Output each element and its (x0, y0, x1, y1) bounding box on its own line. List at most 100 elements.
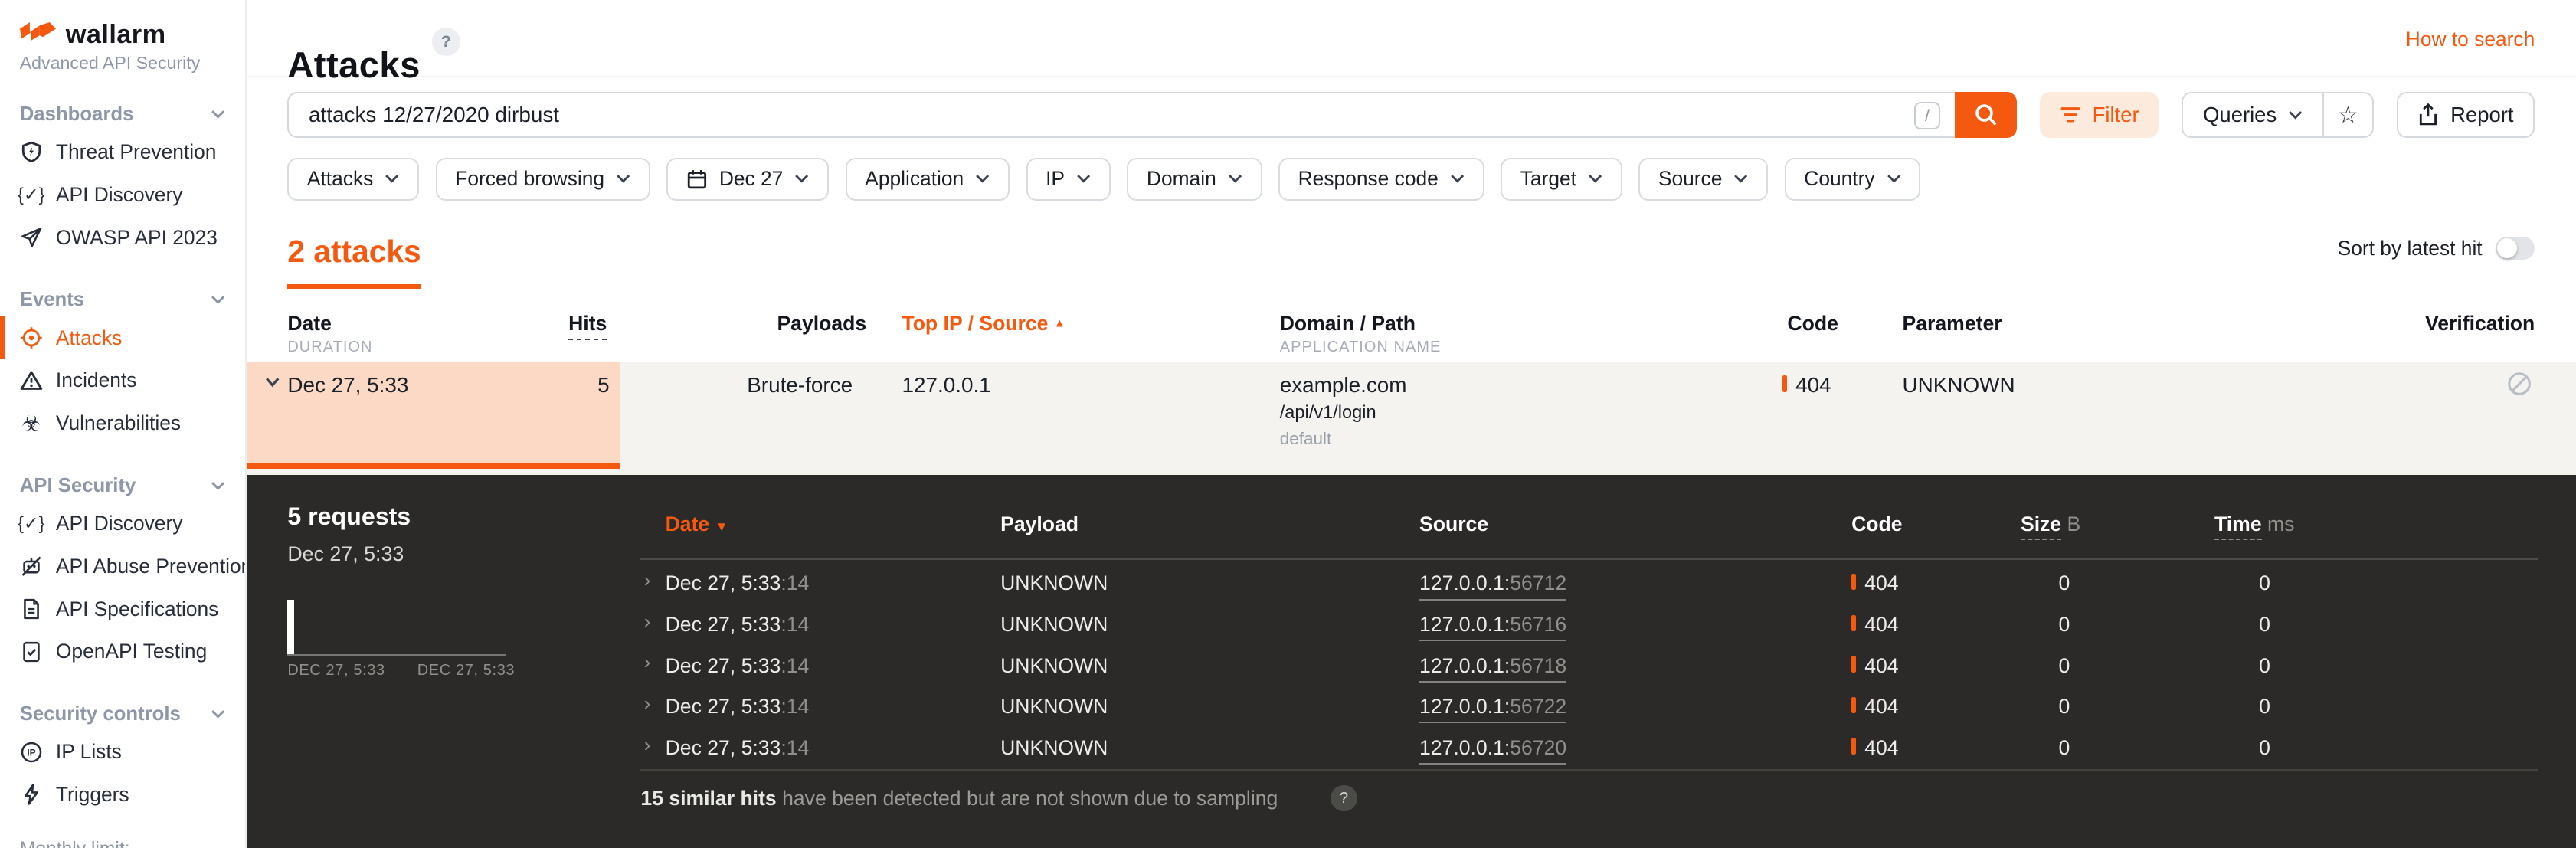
chevron-right-icon[interactable]: › (644, 735, 651, 757)
search-button[interactable] (1955, 92, 2017, 139)
not-verified-icon (2508, 372, 2531, 395)
col-top-ip-source[interactable]: Top IP / Source ▲ (902, 312, 1065, 336)
chip-ip[interactable]: IP (1026, 157, 1111, 201)
request-source-link[interactable]: 127.0.0.1:56716 (1419, 613, 1567, 642)
col-hits[interactable]: Hits (568, 312, 607, 340)
wallarm-logo[interactable]: wallarm (0, 0, 245, 50)
sidebar-item-vulnerabilities[interactable]: ☣ Vulnerabilities (0, 402, 245, 445)
chip-target[interactable]: Target (1501, 157, 1622, 201)
filter-button[interactable]: Filter (2040, 92, 2159, 139)
section-header-security-controls[interactable]: Security controls (0, 698, 245, 731)
queries-dropdown[interactable]: Queries (2183, 93, 2322, 136)
chevron-down-icon (211, 296, 224, 305)
sort-asc-icon: ▲ (1053, 317, 1065, 331)
help-icon[interactable]: ? (432, 28, 460, 56)
sidebar-item-api-specifications[interactable]: API Specifications (0, 588, 245, 630)
chip-date[interactable]: Dec 27 (666, 157, 830, 201)
chip-domain[interactable]: Domain (1127, 157, 1262, 201)
chevron-down-icon (211, 110, 224, 119)
request-time: 0 (2259, 735, 2270, 759)
chevron-down-icon (2289, 110, 2303, 120)
favorite-star-button[interactable]: ☆ (2322, 93, 2371, 137)
col-code: Code (1787, 312, 1838, 336)
req-col-time[interactable]: Time ms (2214, 512, 2294, 541)
sidebar-section-security-controls: Security controls IP IP Lists Triggers (0, 698, 245, 816)
warning-icon (20, 369, 43, 392)
queries-group: Queries ☆ (2182, 92, 2374, 139)
request-row[interactable]: › Dec 27, 5:33:14 UNKNOWN 127.0.0.1:5672… (247, 693, 2576, 736)
sidebar-section-events: Events Attacks Incidents ☣ Vulnerabiliti… (0, 283, 245, 444)
sampling-note: 15 similar hits have been detected but a… (640, 787, 1278, 810)
logo-text: wallarm (65, 19, 166, 49)
logo-subtitle: Advanced API Security (19, 53, 201, 74)
request-source-link[interactable]: 127.0.0.1:56722 (1419, 695, 1567, 724)
request-source-link[interactable]: 127.0.0.1:56718 (1419, 654, 1567, 683)
sidebar-item-triggers[interactable]: Triggers (0, 773, 245, 816)
chevron-down-icon (976, 175, 990, 183)
chevron-right-icon[interactable]: › (644, 611, 651, 634)
request-code: 404 (1851, 654, 1899, 678)
section-header-dashboards[interactable]: Dashboards (0, 98, 245, 131)
chip-attacks[interactable]: Attacks (287, 157, 420, 201)
code-severity-bar (1782, 375, 1788, 392)
how-to-search-link[interactable]: How to search (2406, 28, 2535, 51)
chip-source[interactable]: Source (1638, 157, 1769, 201)
sidebar-item-incidents[interactable]: Incidents (0, 359, 245, 402)
sidebar-item-openapi-testing[interactable]: OpenAPI Testing (0, 630, 245, 673)
monthly-limit: Monthly limit: 3.93K of (0, 839, 245, 848)
chevron-expanded-icon[interactable] (264, 376, 280, 389)
attack-app-name: default (1279, 428, 1332, 448)
request-size: 0 (2058, 612, 2070, 636)
calendar-icon (687, 169, 707, 189)
sidebar-item-threat-prevention[interactable]: Threat Prevention (0, 131, 245, 174)
slash-shortcut-badge: / (1913, 101, 1941, 130)
chevron-right-icon[interactable]: › (644, 570, 651, 592)
request-size: 0 (2058, 695, 2070, 719)
request-code: 404 (1851, 571, 1899, 595)
request-source-link[interactable]: 127.0.0.1:56720 (1419, 736, 1567, 765)
request-row[interactable]: › Dec 27, 5:33:14 UNKNOWN 127.0.0.1:5671… (247, 570, 2576, 613)
sort-toggle[interactable] (2495, 237, 2535, 260)
header-divider (640, 558, 2538, 561)
chip-application[interactable]: Application (845, 157, 1010, 201)
svg-text:IP: IP (27, 747, 35, 758)
chevron-right-icon[interactable]: › (644, 652, 651, 674)
section-header-events[interactable]: Events (0, 283, 245, 316)
chip-country[interactable]: Country (1784, 157, 1921, 201)
sidebar-item-api-discovery[interactable]: {✓} API Discovery (0, 174, 245, 217)
attack-parameter: UNKNOWN (1902, 372, 2015, 397)
request-row[interactable]: › Dec 27, 5:33:14 UNKNOWN 127.0.0.1:5671… (247, 652, 2576, 696)
chevron-right-icon[interactable]: › (644, 693, 651, 715)
request-row[interactable]: › Dec 27, 5:33:14 UNKNOWN 127.0.0.1:5671… (247, 611, 2576, 654)
chevron-down-icon (795, 175, 809, 183)
col-verification: Verification (2424, 312, 2535, 336)
report-button[interactable]: Report (2396, 92, 2535, 139)
section-header-api-security[interactable]: API Security (0, 470, 245, 503)
attack-row[interactable]: Dec 27, 5:33 5 Brute-force 127.0.0.1 exa… (246, 361, 2576, 475)
sidebar-item-attacks[interactable]: Attacks (0, 316, 245, 360)
attack-path: /api/v1/login (1279, 402, 1376, 423)
sidebar-item-owasp-api-2023[interactable]: OWASP API 2023 (0, 217, 245, 260)
search-input[interactable] (289, 93, 1956, 137)
requests-count: 5 requests (287, 503, 411, 531)
sidebar-item-api-abuse-prevention[interactable]: API Abuse Prevention (0, 545, 245, 588)
req-col-size[interactable]: Size B (2020, 512, 2080, 541)
sidebar-item-ip-lists[interactable]: IP IP Lists (0, 731, 245, 774)
chevron-down-icon (617, 175, 630, 183)
monthly-limit-label: Monthly limit: (20, 839, 225, 848)
request-source-link[interactable]: 127.0.0.1:56712 (1419, 571, 1567, 601)
sidebar: wallarm Advanced API Security Dashboards… (0, 0, 247, 848)
braces-check-icon: {✓} (17, 184, 45, 205)
request-code: 404 (1851, 695, 1899, 719)
attack-count: 2 attacks (287, 234, 421, 289)
sampling-help-icon[interactable]: ? (1331, 785, 1357, 812)
chip-response-code[interactable]: Response code (1278, 157, 1484, 201)
req-col-date[interactable]: Date ▼ (666, 512, 728, 536)
request-size: 0 (2058, 735, 2070, 759)
sidebar-item-api-discovery-2[interactable]: {✓} API Discovery (0, 503, 245, 545)
filter-icon (2060, 107, 2080, 123)
request-code: 404 (1851, 736, 1899, 760)
request-row[interactable]: › Dec 27, 5:33:14 UNKNOWN 127.0.0.1:5672… (247, 735, 2576, 778)
chip-attack-type[interactable]: Forced browsing (435, 157, 650, 201)
search-box: / (287, 92, 1956, 139)
